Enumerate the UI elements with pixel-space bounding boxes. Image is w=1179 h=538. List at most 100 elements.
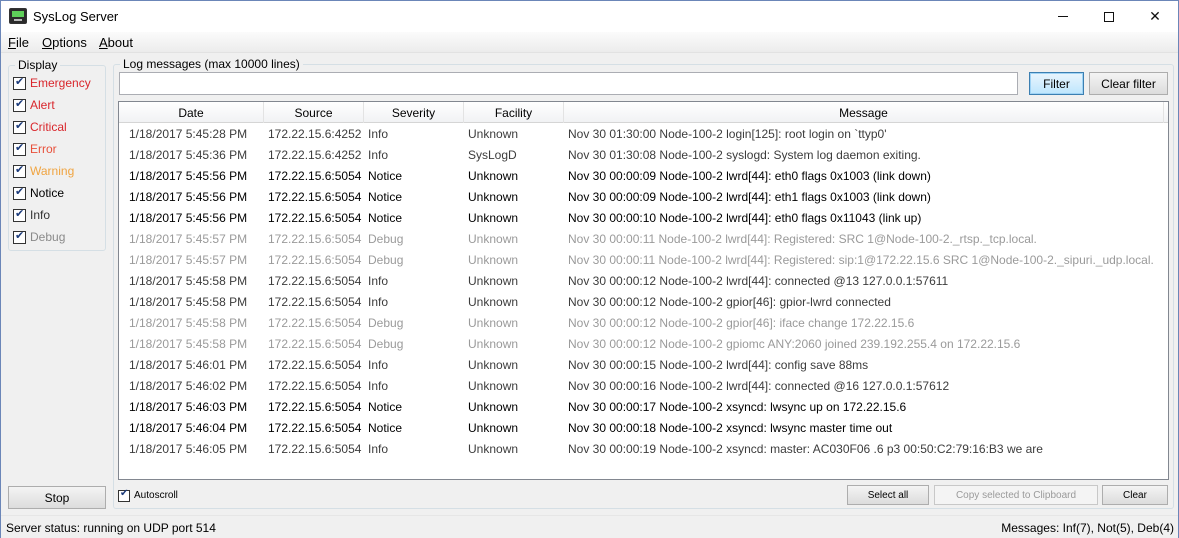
display-group: Display Emergency Alert Critical Error Warni… [8,58,106,251]
cell-facility: Unknown [468,253,519,267]
display-option-label: Critical [30,120,67,134]
column-header-date[interactable]: Date [119,102,264,123]
display-checkbox[interactable] [13,97,26,112]
cell-severity: Notice [368,400,403,414]
minimize-button[interactable] [1040,1,1086,32]
display-checkbox[interactable] [13,207,26,222]
cell-severity: Info [368,274,389,288]
display-option-alert[interactable]: Alert [13,96,55,114]
table-row[interactable]: 1/18/2017 5:45:56 PM 172.22.15.6:5054 Noti… [119,166,1168,187]
cell-facility: Unknown [468,274,519,288]
menu-options[interactable]: Options [42,35,87,50]
cell-facility: SysLogD [468,148,517,162]
cell-severity: Info [368,148,389,162]
column-header-facility[interactable]: Facility [464,102,564,123]
cell-source: 172.22.15.6:5054 [268,190,362,204]
cell-message: Nov 30 00:00:09 Node-100-2 lwrd[44]: eth… [568,169,931,183]
filter-input[interactable] [119,72,1018,95]
cell-source: 172.22.15.6:5054 [268,232,362,246]
cell-date: 1/18/2017 5:46:04 PM [129,421,248,435]
menu-about[interactable]: About [99,35,133,50]
table-row[interactable]: 1/18/2017 5:45:56 PM 172.22.15.6:5054 Noti… [119,208,1168,229]
display-checkbox[interactable] [13,141,26,156]
table-row[interactable]: 1/18/2017 5:46:04 PM 172.22.15.6:5054 Noti… [119,418,1168,439]
cell-message: Nov 30 00:00:17 Node-100-2 xsyncd: lwsyn… [568,400,907,414]
autoscroll-toggle[interactable]: Autoscroll [118,488,178,503]
display-option-notice[interactable]: Notice [13,184,64,202]
cell-source: 172.22.15.6:4252 [268,148,362,162]
table-row[interactable]: 1/18/2017 5:45:28 PM 172.22.15.6:4252 Info… [119,124,1168,145]
display-checkbox[interactable] [13,75,26,90]
clear-filter-button[interactable]: Clear filter [1089,72,1168,95]
table-row[interactable]: 1/18/2017 5:46:01 PM 172.22.15.6:5054 Info… [119,355,1168,376]
table-row[interactable]: 1/18/2017 5:45:58 PM 172.22.15.6:5054 Debu… [119,334,1168,355]
cell-facility: Unknown [468,379,519,393]
cell-source: 172.22.15.6:4252 [268,127,362,141]
cell-date: 1/18/2017 5:46:02 PM [129,379,248,393]
server-status: Server status: running on UDP port 514 [6,521,216,535]
cell-date: 1/18/2017 5:45:56 PM [129,211,248,225]
cell-facility: Unknown [468,316,519,330]
cell-severity: Info [368,295,389,309]
cell-source: 172.22.15.6:5054 [268,253,362,267]
cell-message: Nov 30 00:00:16 Node-100-2 lwrd[44]: con… [568,379,950,393]
filter-button[interactable]: Filter [1029,72,1084,95]
display-checkbox[interactable] [13,185,26,200]
display-option-label: Error [30,142,57,156]
cell-date: 1/18/2017 5:45:57 PM [129,232,248,246]
cell-source: 172.22.15.6:5054 [268,169,362,183]
cell-source: 172.22.15.6:5054 [268,337,362,351]
menu-file[interactable]: File [8,35,29,50]
clear-button[interactable]: Clear [1102,485,1168,505]
table-row[interactable]: 1/18/2017 5:45:58 PM 172.22.15.6:5054 Info… [119,292,1168,313]
table-row[interactable]: 1/18/2017 5:45:58 PM 172.22.15.6:5054 Debu… [119,313,1168,334]
display-option-info[interactable]: Info [13,206,50,224]
status-bar: Server status: running on UDP port 514 M… [1,515,1178,538]
log-legend: Log messages (max 10000 lines) [120,57,303,71]
cell-facility: Unknown [468,169,519,183]
copy-to-clipboard-button[interactable]: Copy selected to Clipboard [934,485,1098,505]
cell-severity: Notice [368,421,403,435]
cell-date: 1/18/2017 5:46:03 PM [129,400,248,414]
close-button[interactable]: ✕ [1132,1,1178,32]
table-row[interactable]: 1/18/2017 5:45:56 PM 172.22.15.6:5054 Noti… [119,187,1168,208]
display-option-debug[interactable]: Debug [13,228,65,246]
menu-file-accel: F [8,35,16,50]
column-header-source[interactable]: Source [264,102,364,123]
display-checkbox[interactable] [13,163,26,178]
display-option-emergency[interactable]: Emergency [13,74,91,92]
table-row[interactable]: 1/18/2017 5:46:02 PM 172.22.15.6:5054 Info… [119,376,1168,397]
display-option-error[interactable]: Error [13,140,57,158]
select-all-button[interactable]: Select all [847,485,929,505]
cell-message: Nov 30 00:00:12 Node-100-2 gpior[46]: gp… [568,295,891,309]
close-icon: ✕ [1149,8,1161,24]
cell-severity: Debug [368,253,404,267]
display-checkbox[interactable] [13,229,26,244]
autoscroll-checkbox[interactable] [118,488,130,502]
cell-facility: Unknown [468,190,519,204]
cell-facility: Unknown [468,337,519,351]
display-checkbox[interactable] [13,119,26,134]
cell-facility: Unknown [468,358,519,372]
display-option-warning[interactable]: Warning [13,162,74,180]
display-option-label: Warning [30,164,75,178]
table-row[interactable]: 1/18/2017 5:45:57 PM 172.22.15.6:5054 Debu… [119,250,1168,271]
column-header-severity[interactable]: Severity [364,102,464,123]
table-row[interactable]: 1/18/2017 5:45:58 PM 172.22.15.6:5054 Info… [119,271,1168,292]
title-bar[interactable]: SysLog Server ✕ [1,1,1178,32]
table-row[interactable]: 1/18/2017 5:45:36 PM 172.22.15.6:4252 Info… [119,145,1168,166]
display-option-critical[interactable]: Critical [13,118,67,136]
log-table[interactable]: Date Source Severity Facility Message 1/… [118,101,1169,480]
cell-message: Nov 30 00:00:12 Node-100-2 lwrd[44]: con… [568,274,949,288]
cell-severity: Info [368,379,389,393]
cell-date: 1/18/2017 5:45:58 PM [129,316,248,330]
cell-date: 1/18/2017 5:45:56 PM [129,169,248,183]
cell-date: 1/18/2017 5:45:36 PM [129,148,248,162]
stop-button[interactable]: Stop [8,486,106,509]
table-row[interactable]: 1/18/2017 5:46:03 PM 172.22.15.6:5054 Noti… [119,397,1168,418]
table-row[interactable]: 1/18/2017 5:46:05 PM 172.22.15.6:5054 Info… [119,439,1168,460]
maximize-button[interactable] [1086,1,1132,32]
cell-date: 1/18/2017 5:45:58 PM [129,274,248,288]
column-header-message[interactable]: Message [564,102,1164,123]
table-row[interactable]: 1/18/2017 5:45:57 PM 172.22.15.6:5054 Debu… [119,229,1168,250]
